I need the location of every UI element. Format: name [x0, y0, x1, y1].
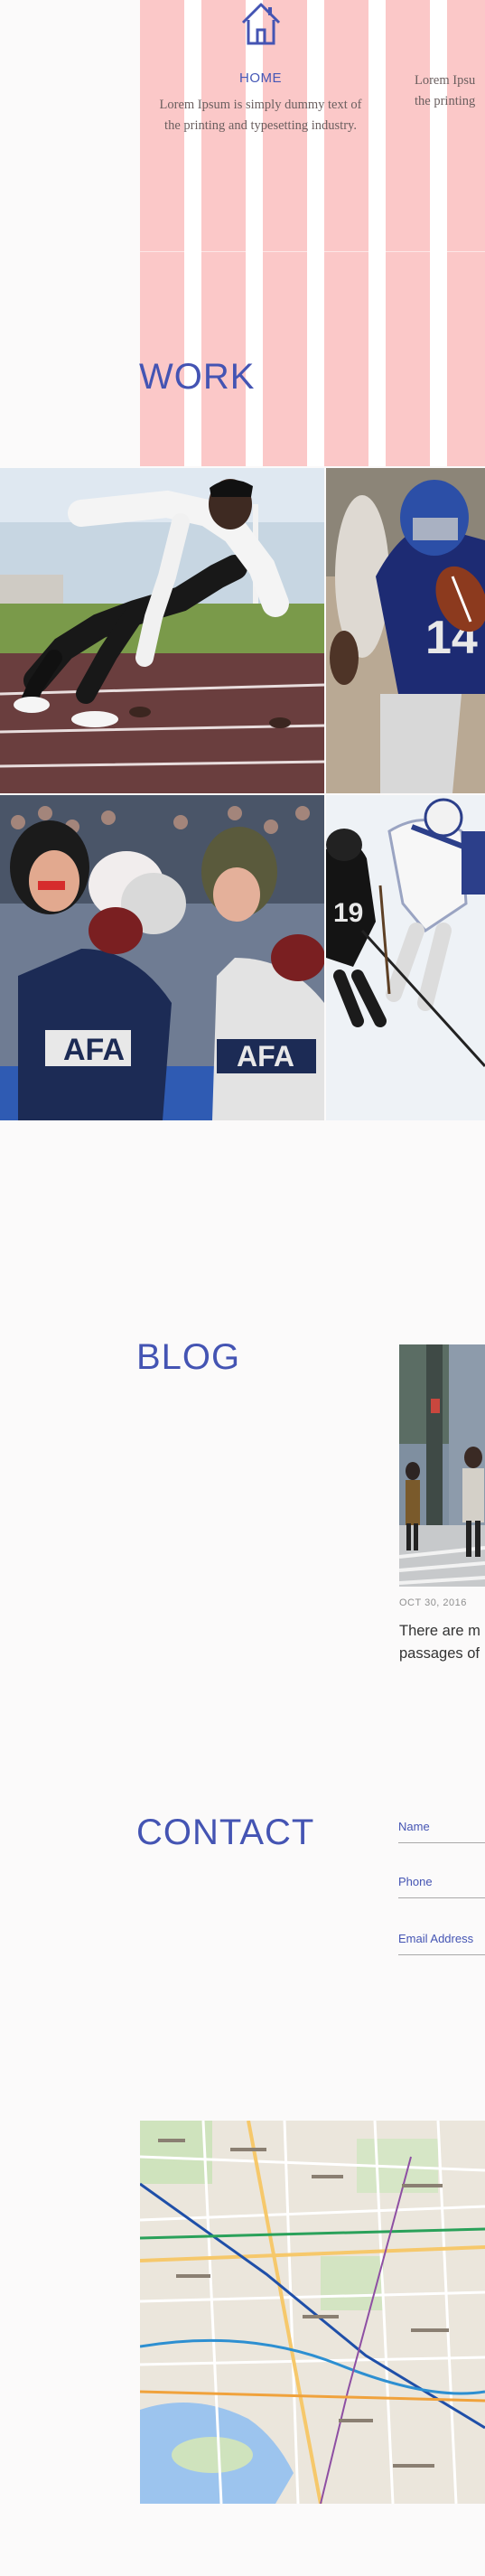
- name-field[interactable]: Name: [398, 1820, 485, 1843]
- boxers-photo[interactable]: AFA AFA: [0, 795, 324, 1120]
- contact-title: CONTACT: [136, 1813, 315, 1852]
- work-title: WORK: [139, 357, 256, 397]
- svg-text:AFA: AFA: [237, 1040, 294, 1073]
- svg-text:19: 19: [333, 898, 363, 928]
- blog-title: BLOG: [136, 1337, 241, 1377]
- home-icon: [238, 0, 284, 47]
- service-title: HOME: [239, 70, 282, 86]
- svg-text:AFA: AFA: [63, 1033, 125, 1067]
- football-player-photo[interactable]: 14: [326, 468, 485, 793]
- name-input-line[interactable]: [398, 1842, 485, 1843]
- phone-label: Phone: [398, 1875, 433, 1888]
- email-field[interactable]: Email Address: [398, 1932, 485, 1955]
- phone-input-line[interactable]: [398, 1897, 485, 1898]
- service-description: Lorem Ipsu the printing: [415, 73, 476, 108]
- location-map[interactable]: [140, 2121, 485, 2504]
- service-second: Lorem Ipsu the printing: [389, 0, 485, 112]
- service-description: Lorem Ipsum is simply dummy text of the …: [159, 98, 362, 133]
- blog-post-image[interactable]: [399, 1344, 485, 1587]
- email-label: Email Address: [398, 1932, 474, 1945]
- sprinter-photo[interactable]: [0, 468, 324, 793]
- divider: [140, 251, 485, 252]
- phone-field[interactable]: Phone: [398, 1875, 485, 1898]
- hockey-players-photo[interactable]: 19: [326, 795, 485, 1120]
- name-label: Name: [398, 1820, 430, 1833]
- blog-post-date: OCT 30, 2016: [399, 1597, 467, 1608]
- email-input-line[interactable]: [398, 1954, 485, 1955]
- blog-post-excerpt[interactable]: There are m passages of: [399, 1620, 485, 1665]
- service-home: HOME Lorem Ipsum is simply dummy text of…: [132, 0, 389, 136]
